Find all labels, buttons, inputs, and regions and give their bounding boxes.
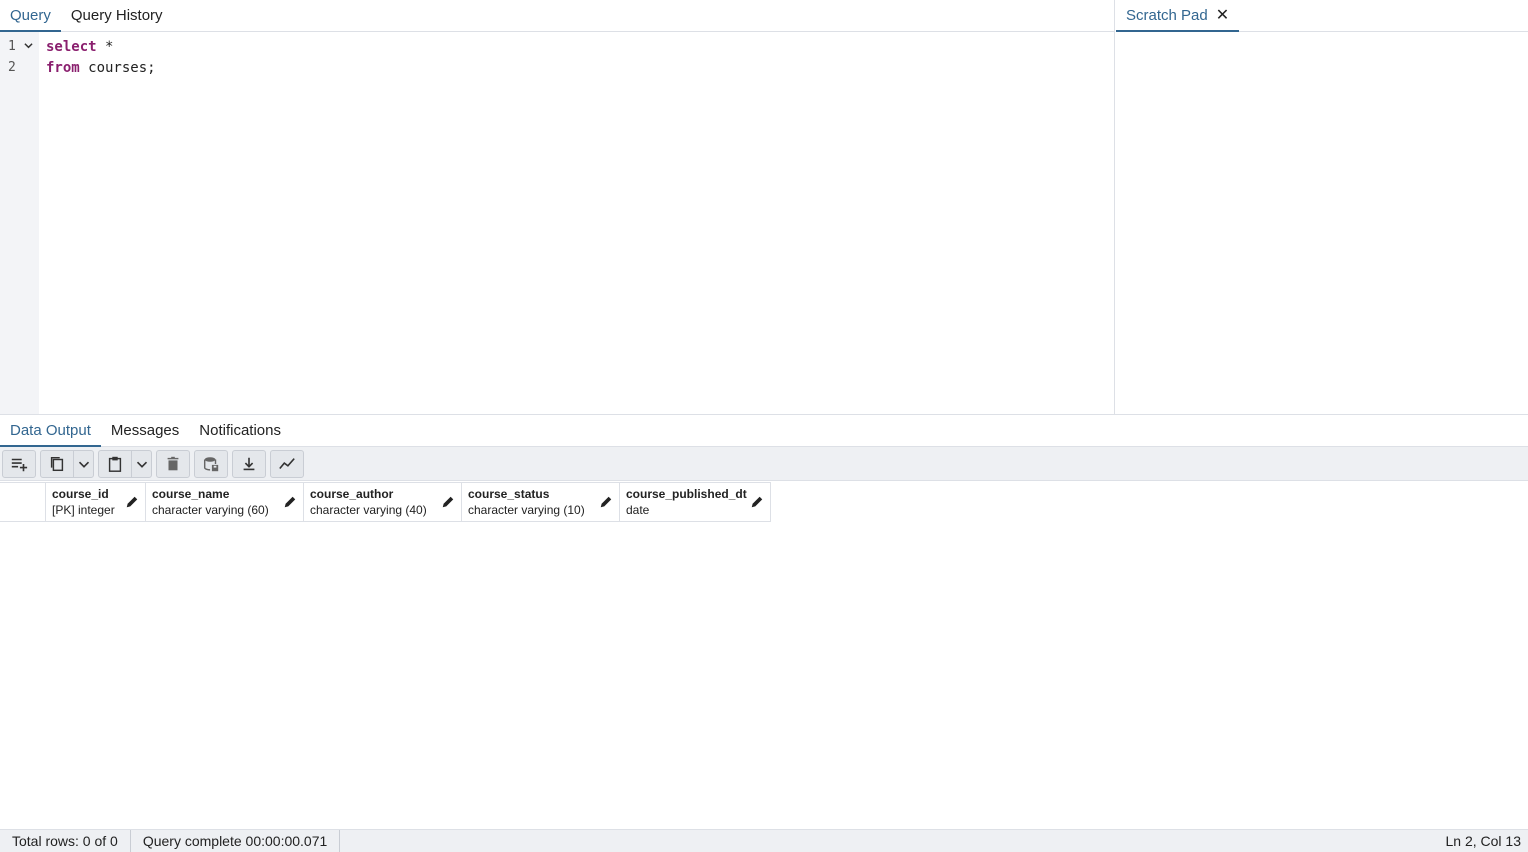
column-name: course_status <box>468 487 550 501</box>
paste-group <box>98 449 152 478</box>
copy-button[interactable] <box>41 451 73 477</box>
query-complete-status: Query complete 00:00:00.071 <box>131 830 341 852</box>
line-number-text: 1 <box>8 39 16 54</box>
tab-notifications[interactable]: Notifications <box>189 415 291 446</box>
add-row-button[interactable] <box>3 451 35 477</box>
code-area[interactable]: select * from courses; <box>39 32 1114 414</box>
sql-editor[interactable]: 1 2 select * from courses; <box>0 32 1114 414</box>
save-data-group <box>194 449 228 478</box>
column-header-course-name[interactable]: course_name character varying (60) <box>146 482 304 521</box>
editor-tabbar: Query Query History <box>0 0 1114 32</box>
graph-group <box>270 449 304 478</box>
pencil-icon[interactable] <box>125 495 139 509</box>
pencil-icon[interactable] <box>283 495 297 509</box>
results-panel: Data Output Messages Notifications cours… <box>0 414 1528 852</box>
graph-icon <box>279 457 295 469</box>
column-type: date <box>626 503 650 517</box>
tab-notifications-label: Notifications <box>199 421 281 439</box>
tab-query[interactable]: Query <box>0 0 61 32</box>
data-toolbar <box>0 447 1528 481</box>
tab-data-output[interactable]: Data Output <box>0 415 101 447</box>
column-name: course_name <box>152 487 230 501</box>
fold-chevron-icon[interactable] <box>24 41 33 53</box>
download-button[interactable] <box>233 451 265 477</box>
output-tabbar: Data Output Messages Notifications <box>0 415 1528 447</box>
column-type: character varying (10) <box>468 503 585 517</box>
line-number: 2 <box>0 57 39 78</box>
query-tool-top: Query Query History 1 2 select * from co… <box>0 0 1528 414</box>
paste-options-button[interactable] <box>131 450 151 477</box>
keyword-select: select <box>46 38 97 55</box>
copy-icon <box>50 456 64 471</box>
save-data-icon <box>203 456 219 471</box>
column-type: character varying (60) <box>152 503 269 517</box>
delete-button[interactable] <box>157 451 189 477</box>
data-grid: course_id [PK] integer course_name chara… <box>0 482 771 522</box>
tab-scratch-pad-label: Scratch Pad <box>1126 6 1208 24</box>
line-number-text: 2 <box>8 60 16 75</box>
delete-icon <box>167 456 179 470</box>
chevron-down-icon <box>136 461 147 468</box>
line-number: 1 <box>0 36 39 57</box>
paste-icon <box>108 456 122 472</box>
delete-group <box>156 449 190 478</box>
pencil-icon[interactable] <box>750 495 764 509</box>
tab-messages[interactable]: Messages <box>101 415 189 446</box>
tab-query-history[interactable]: Query History <box>61 0 173 31</box>
column-header-course-id[interactable]: course_id [PK] integer <box>46 482 146 521</box>
keyword-from: from <box>46 59 80 76</box>
row-number-header[interactable] <box>0 482 46 521</box>
editor-pane: Query Query History 1 2 select * from co… <box>0 0 1115 414</box>
copy-options-button[interactable] <box>73 450 93 477</box>
column-header-course-status[interactable]: course_status character varying (10) <box>462 482 620 521</box>
status-bar: Total rows: 0 of 0 Query complete 00:00:… <box>0 829 1528 852</box>
tab-query-history-label: Query History <box>70 6 163 24</box>
tab-query-label: Query <box>10 6 51 24</box>
pencil-icon[interactable] <box>441 495 455 509</box>
column-type: character varying (40) <box>310 503 427 517</box>
column-name: course_author <box>310 487 394 501</box>
paste-button[interactable] <box>99 451 131 477</box>
line-gutter: 1 2 <box>0 32 39 414</box>
close-icon[interactable]: ✕ <box>1216 1 1229 31</box>
cursor-position: Ln 2, Col 13 <box>1445 833 1522 849</box>
code-line: select * <box>46 36 1114 57</box>
code-line: from courses; <box>46 57 1114 78</box>
grid-header-row: course_id [PK] integer course_name chara… <box>0 482 771 522</box>
column-header-course-published-dt[interactable]: course_published_dt date <box>620 482 771 521</box>
download-icon <box>243 457 255 470</box>
graph-visualiser-button[interactable] <box>271 451 303 477</box>
scratch-pad-pane: Scratch Pad ✕ <box>1116 0 1528 414</box>
download-group <box>232 449 266 478</box>
tab-scratch-pad[interactable]: Scratch Pad ✕ <box>1116 0 1240 32</box>
scratch-tabbar: Scratch Pad ✕ <box>1116 0 1528 32</box>
column-header-course-author[interactable]: course_author character varying (40) <box>304 482 462 521</box>
code-text: * <box>96 38 114 55</box>
total-rows-status: Total rows: 0 of 0 <box>0 830 131 852</box>
column-name: course_published_dt <box>626 487 747 501</box>
add-row-group <box>2 449 36 478</box>
code-text: courses; <box>79 59 156 76</box>
tab-data-output-label: Data Output <box>10 421 91 439</box>
tab-messages-label: Messages <box>110 421 180 439</box>
save-data-button[interactable] <box>195 451 227 477</box>
add-row-icon <box>11 458 28 471</box>
chevron-down-icon <box>78 461 89 468</box>
pencil-icon[interactable] <box>599 495 613 509</box>
copy-group <box>40 449 94 478</box>
